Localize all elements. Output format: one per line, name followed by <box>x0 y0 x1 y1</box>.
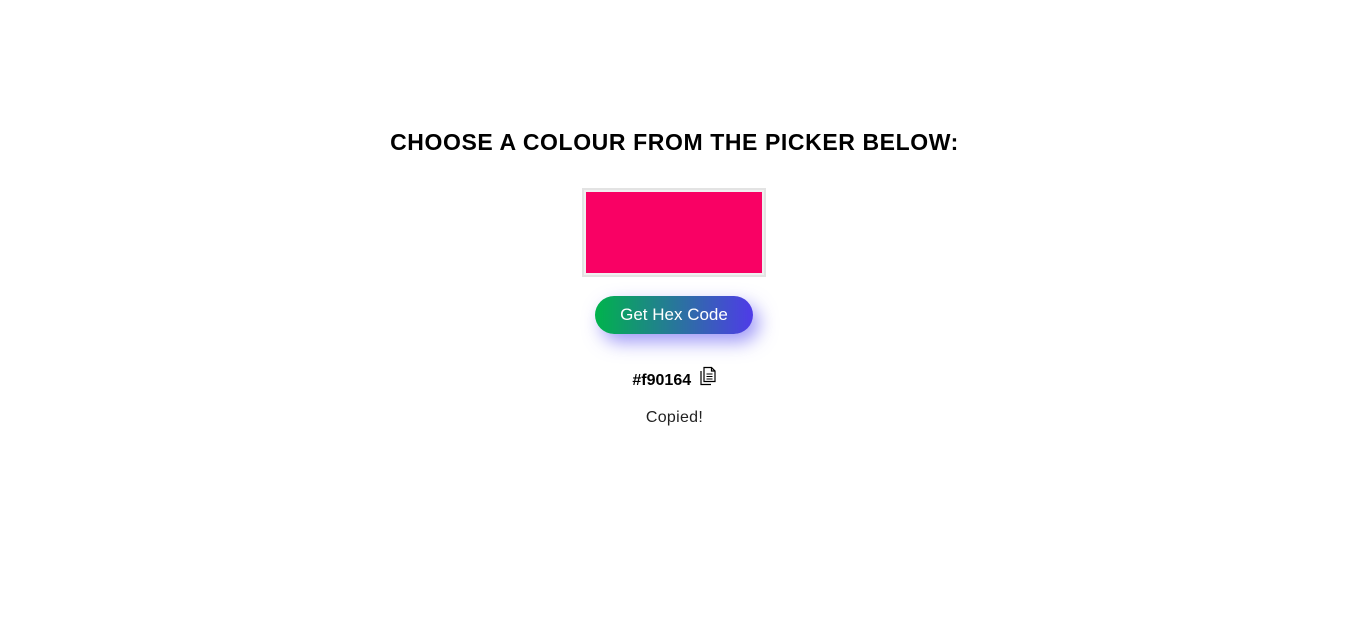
get-hex-code-button[interactable]: Get Hex Code <box>595 296 753 334</box>
copied-status: Copied! <box>645 409 704 426</box>
copy-icon[interactable] <box>699 366 717 397</box>
hex-value: #f90164 <box>632 372 692 389</box>
color-picker-input[interactable] <box>582 188 766 277</box>
color-swatch <box>586 192 762 273</box>
hex-result: #f90164 <box>0 366 1349 397</box>
page-title: CHOOSE A COLOUR FROM THE PICKER BELOW: <box>390 129 959 155</box>
page: CHOOSE A COLOUR FROM THE PICKER BELOW: G… <box>0 0 1349 619</box>
